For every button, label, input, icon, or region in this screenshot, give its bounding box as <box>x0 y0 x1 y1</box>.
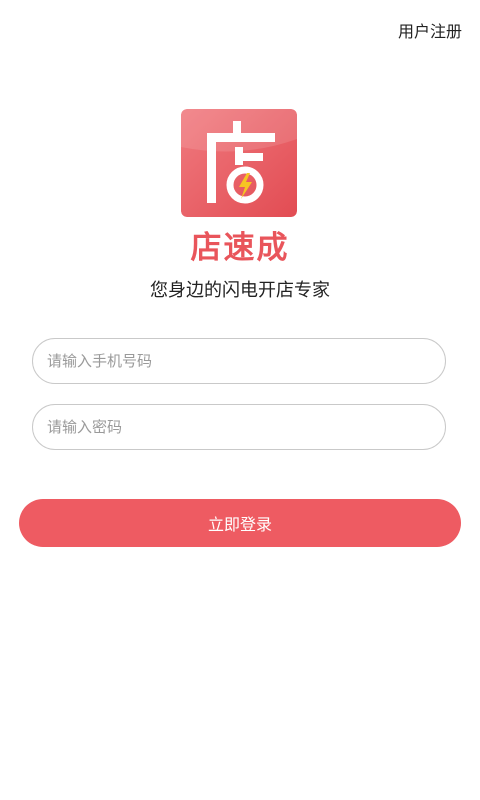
password-field <box>32 404 446 450</box>
login-button[interactable]: 立即登录 <box>19 499 461 547</box>
slogan: 您身边的闪电开店专家 <box>150 280 330 301</box>
register-link[interactable]: 用户注册 <box>398 18 462 42</box>
password-input[interactable] <box>33 405 445 449</box>
app-logo <box>181 109 297 217</box>
store-logo-icon <box>181 109 297 217</box>
phone-input[interactable] <box>33 339 445 383</box>
phone-field <box>32 338 446 384</box>
brand-name: 店速成 <box>190 230 290 266</box>
